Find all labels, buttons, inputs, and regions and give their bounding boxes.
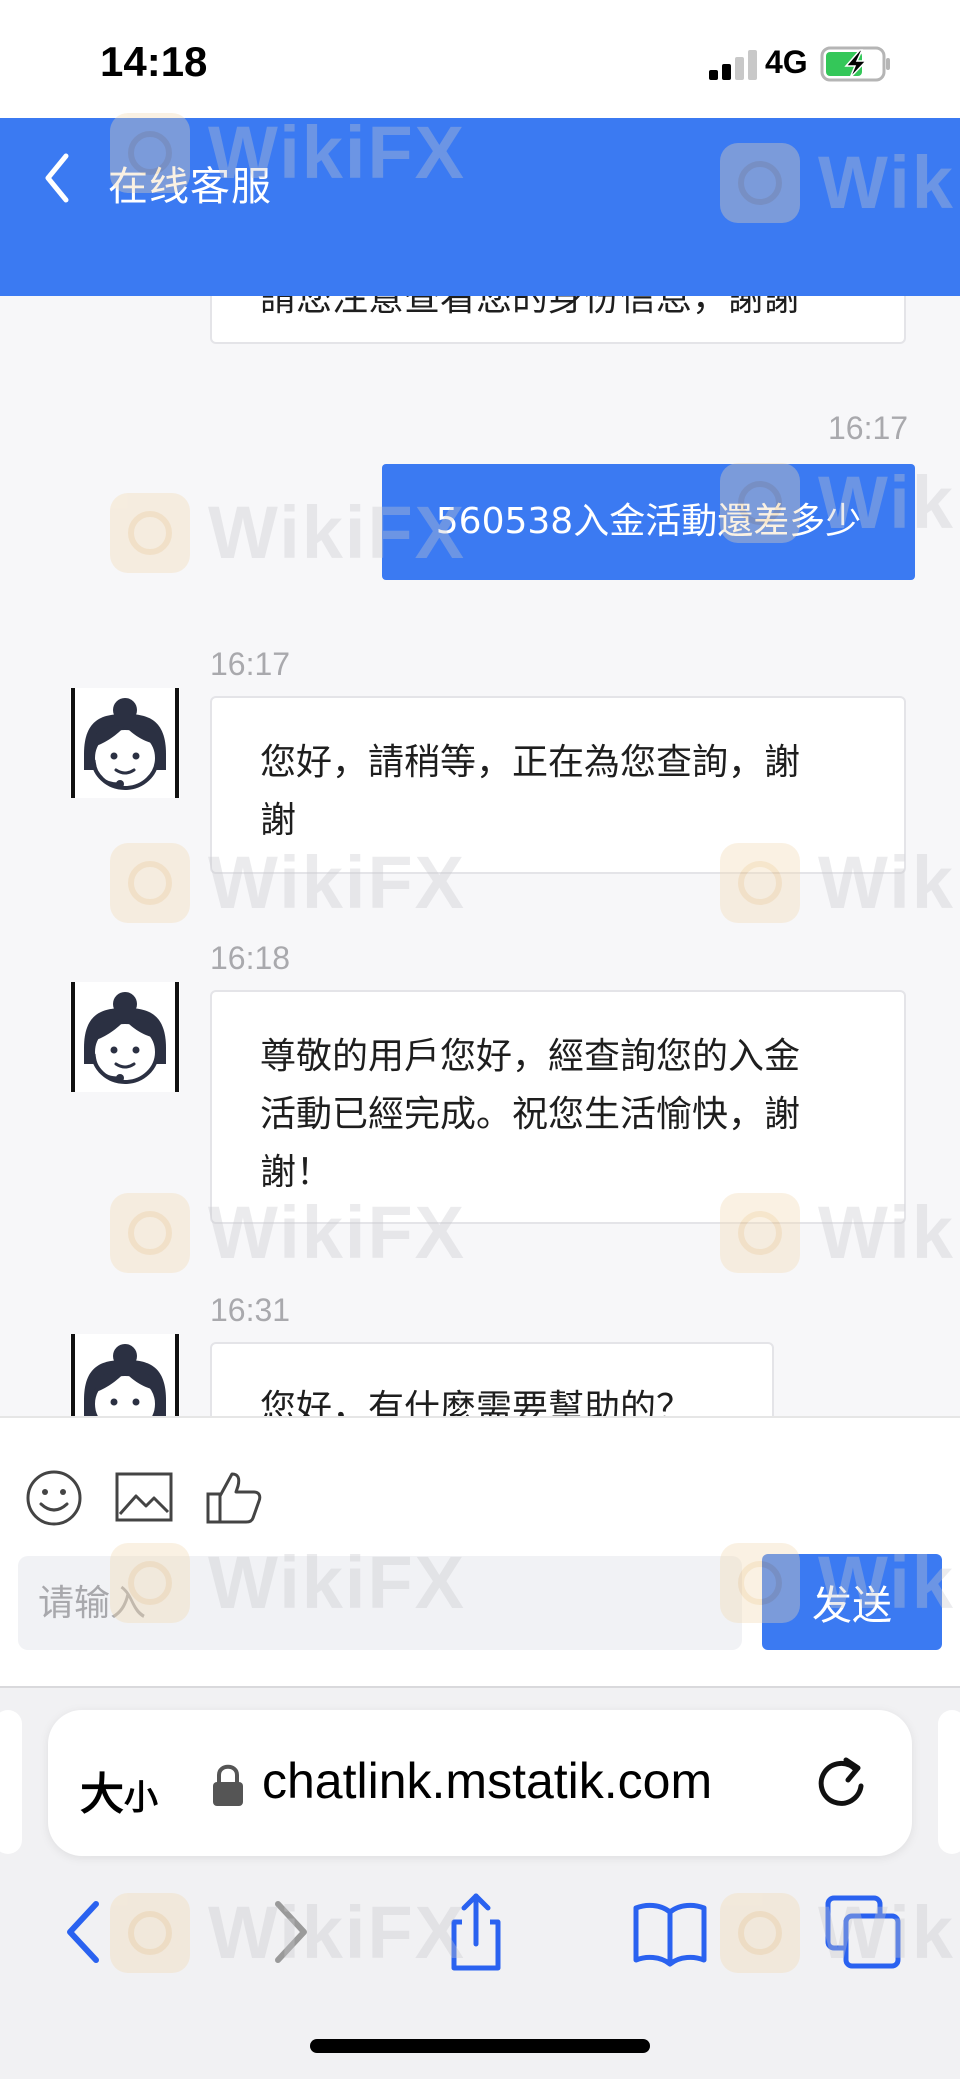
home-indicator bbox=[310, 2039, 650, 2053]
page-title: 在线客服 bbox=[108, 164, 272, 210]
user-message-bubble: 560538入金活動還差多少 bbox=[382, 464, 915, 580]
customer-service-agent-icon bbox=[71, 1334, 179, 1416]
status-time: 14:18 bbox=[100, 38, 208, 85]
signal-icon bbox=[709, 48, 759, 80]
message-input[interactable] bbox=[18, 1556, 742, 1650]
message-text: 560538入金活動還差多少 bbox=[435, 501, 862, 542]
customer-service-agent-icon bbox=[71, 982, 179, 1092]
share-icon[interactable] bbox=[434, 1890, 518, 1974]
next-tab-peek[interactable] bbox=[938, 1710, 960, 1854]
agent-message-bubble: 請您注意查看您的身份信息，謝謝 bbox=[210, 296, 906, 344]
agent-avatar bbox=[70, 688, 180, 798]
browser-back-icon[interactable] bbox=[44, 1890, 128, 1974]
agent-message-bubble: 您好，請稍等，正在為您查詢，謝 謝 bbox=[210, 696, 906, 874]
message-line: 謝！ bbox=[260, 1152, 333, 1193]
status-bar: 14:18 4G bbox=[0, 0, 960, 118]
message-line: 謝 bbox=[260, 800, 297, 841]
image-icon[interactable] bbox=[114, 1468, 174, 1528]
message-timestamp: 16:17 bbox=[828, 410, 909, 446]
agent-avatar bbox=[70, 982, 180, 1092]
agent-avatar bbox=[70, 1334, 180, 1416]
message-line: 您好，請稍等，正在為您查詢，謝 bbox=[260, 742, 801, 783]
back-arrow-icon[interactable] bbox=[36, 148, 80, 208]
chat-message-list[interactable]: 請您注意查看您的身份信息，謝謝 16:17 560538入金活動還差多少 16:… bbox=[0, 296, 960, 1416]
network-label: 4G bbox=[765, 44, 808, 80]
send-button[interactable]: 发送 bbox=[762, 1554, 942, 1650]
text-size-large-label: 大 bbox=[80, 1769, 124, 1820]
message-timestamp: 16:17 bbox=[210, 646, 291, 682]
message-timestamp: 16:18 bbox=[210, 940, 291, 976]
url-text[interactable]: chatlink.mstatik.com bbox=[262, 1752, 792, 1814]
bookmarks-icon[interactable] bbox=[628, 1890, 712, 1974]
text-size-small-label: 小 bbox=[124, 1778, 158, 1818]
agent-message-bubble: 您好，有什麼需要幫助的？ bbox=[210, 1342, 774, 1416]
tabs-icon[interactable] bbox=[822, 1890, 906, 1974]
chat-input-panel: 发送 bbox=[0, 1416, 960, 1686]
url-value: chatlink.mstatik.com bbox=[262, 1753, 713, 1809]
message-line: 活動已經完成。祝您生活愉快，謝 bbox=[260, 1094, 801, 1135]
lock-icon bbox=[213, 1764, 243, 1806]
message-text: 請您注意查看您的身份信息，謝謝 bbox=[260, 296, 801, 319]
message-timestamp: 16:31 bbox=[210, 1292, 291, 1328]
emoji-icon[interactable] bbox=[24, 1468, 84, 1528]
customer-service-agent-icon bbox=[71, 688, 179, 798]
thumbs-up-icon[interactable] bbox=[204, 1468, 264, 1528]
reload-icon[interactable] bbox=[810, 1752, 872, 1814]
text-size-button[interactable]: 大小 bbox=[80, 1758, 158, 1822]
previous-tab-peek[interactable] bbox=[0, 1710, 22, 1854]
battery-charging-icon bbox=[820, 46, 890, 82]
message-line: 您好，有什麼需要幫助的？ bbox=[260, 1388, 693, 1416]
message-line: 尊敬的用戶您好，經查詢您的入金 bbox=[260, 1036, 801, 1077]
agent-message-bubble: 尊敬的用戶您好，經查詢您的入金 活動已經完成。祝您生活愉快，謝 謝！ bbox=[210, 990, 906, 1224]
browser-forward-icon[interactable] bbox=[246, 1890, 330, 1974]
